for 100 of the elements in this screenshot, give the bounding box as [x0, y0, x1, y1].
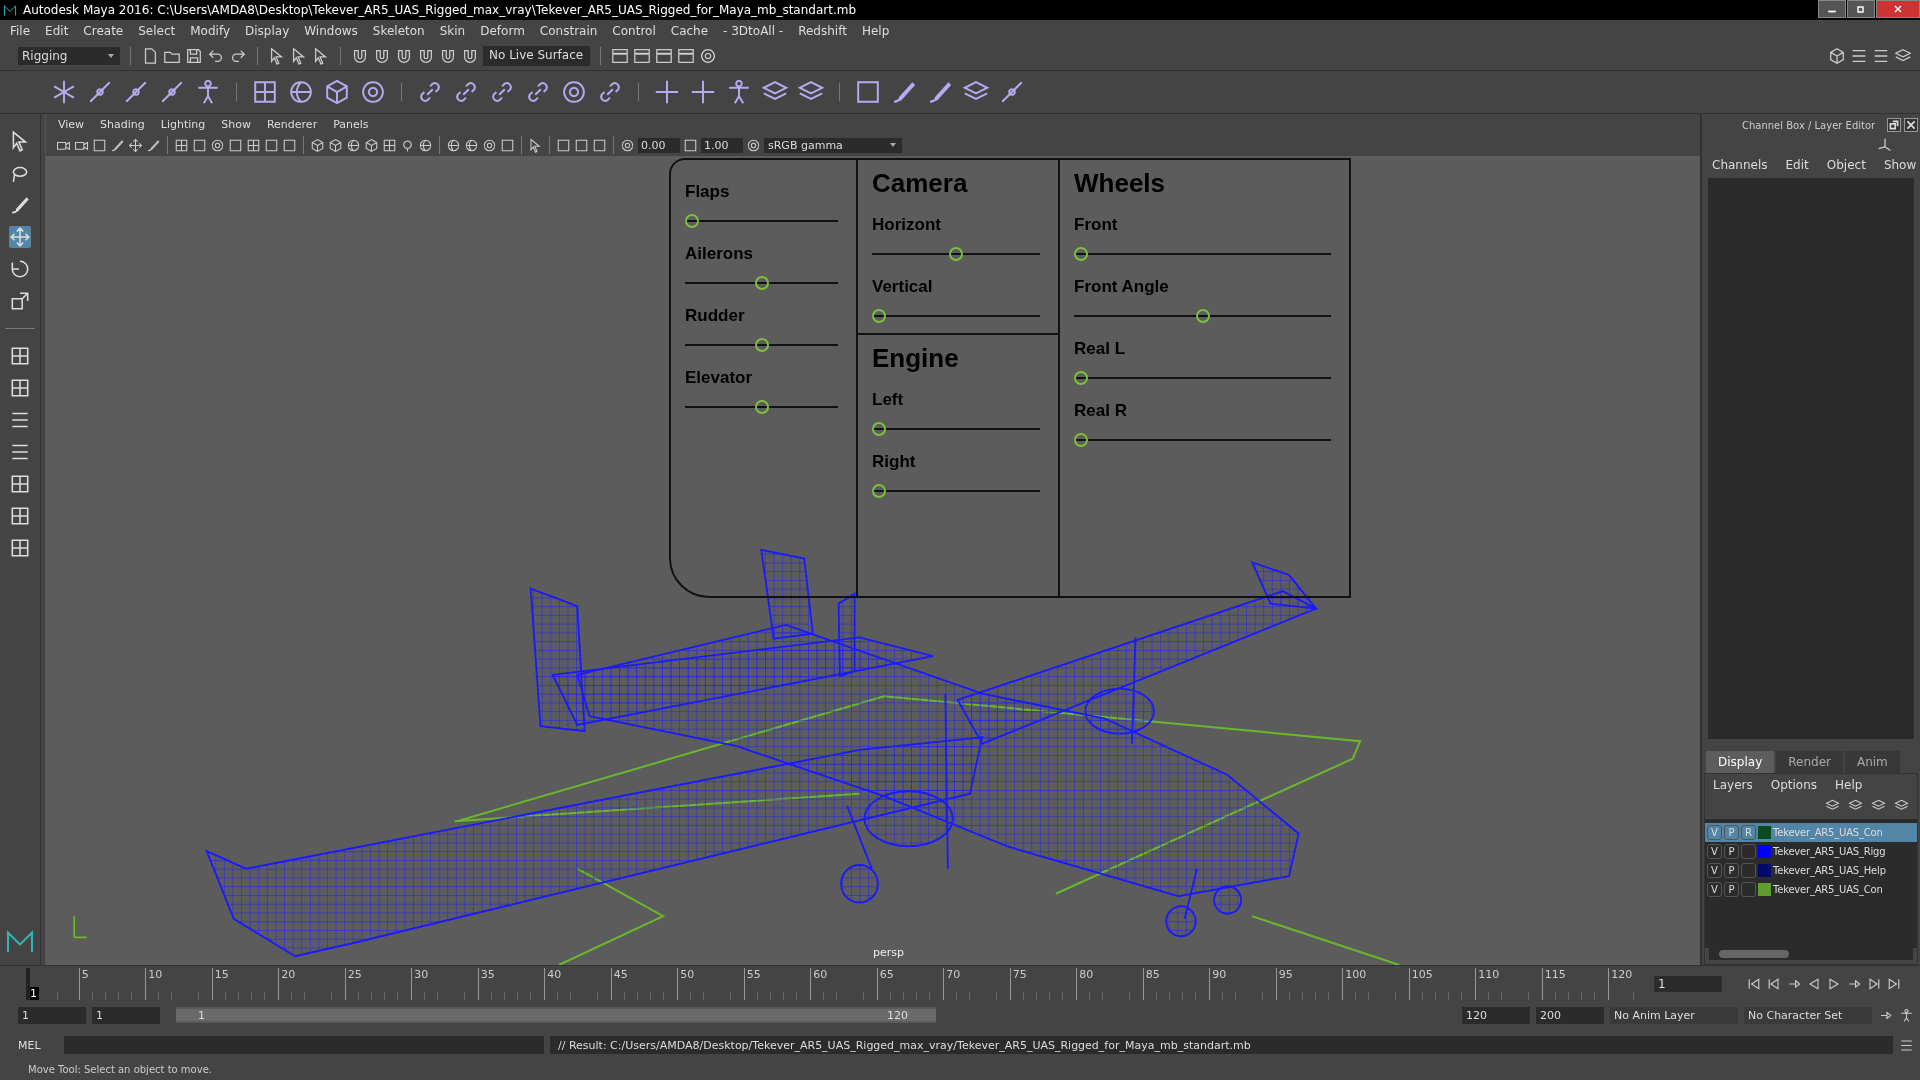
- layers-icon[interactable]: [1848, 798, 1863, 813]
- current-frame-field[interactable]: 1: [1654, 976, 1722, 992]
- slider-thumb[interactable]: [1074, 371, 1088, 385]
- slider-thumb[interactable]: [872, 309, 886, 323]
- layers-icon[interactable]: [1825, 798, 1840, 813]
- menu-item[interactable]: Help: [861, 24, 890, 38]
- tab[interactable]: Display: [1706, 751, 1775, 773]
- menu-item[interactable]: Skeleton: [372, 24, 425, 38]
- menu-item[interactable]: Help: [1835, 778, 1863, 792]
- cross-icon[interactable]: [653, 78, 681, 106]
- magnet-icon[interactable]: [395, 47, 413, 65]
- target-icon[interactable]: [746, 137, 761, 153]
- menu-item[interactable]: Show: [1883, 158, 1917, 172]
- move-icon[interactable]: [9, 226, 31, 248]
- target-icon[interactable]: [359, 78, 387, 106]
- frame-icon[interactable]: [854, 78, 882, 106]
- list-icon[interactable]: [1872, 47, 1890, 65]
- grid-icon[interactable]: [382, 137, 397, 153]
- frame-icon[interactable]: [500, 137, 515, 153]
- script-language-label[interactable]: MEL: [18, 1038, 58, 1052]
- color-space-dropdown[interactable]: sRGB gamma: [764, 137, 902, 153]
- slider-thumb[interactable]: [872, 422, 886, 436]
- visibility-toggle[interactable]: V: [1707, 844, 1722, 859]
- frame-icon[interactable]: [282, 137, 297, 153]
- menu-item[interactable]: Select: [138, 24, 176, 38]
- frame-icon[interactable]: [228, 137, 243, 153]
- frame-icon[interactable]: [574, 137, 589, 153]
- menu-item[interactable]: Windows: [304, 24, 358, 38]
- layer-color-swatch[interactable]: [1758, 826, 1771, 839]
- slider-thumb[interactable]: [949, 247, 963, 261]
- grid-icon[interactable]: [9, 377, 31, 399]
- reference-toggle[interactable]: [1741, 863, 1756, 878]
- menu-item[interactable]: Options: [1770, 778, 1818, 792]
- visibility-toggle[interactable]: V: [1707, 863, 1722, 878]
- redo-icon[interactable]: [229, 47, 247, 65]
- list-icon[interactable]: [1899, 1037, 1914, 1053]
- frame-icon[interactable]: [192, 137, 207, 153]
- slider-thumb[interactable]: [685, 214, 699, 228]
- menu-item[interactable]: Control: [612, 24, 656, 38]
- cross-icon[interactable]: [689, 78, 717, 106]
- menu-item[interactable]: Renderer: [266, 117, 318, 131]
- move-icon[interactable]: [128, 137, 143, 153]
- scroll-bar[interactable]: [1709, 948, 1913, 960]
- frame-icon[interactable]: [556, 137, 571, 153]
- cube-icon[interactable]: [310, 137, 325, 153]
- clapper-icon[interactable]: [655, 47, 673, 65]
- undo-icon[interactable]: [207, 47, 225, 65]
- layers-icon[interactable]: [1894, 798, 1909, 813]
- target-icon[interactable]: [210, 137, 225, 153]
- maximize-button[interactable]: [1847, 0, 1875, 18]
- grid-icon[interactable]: [9, 473, 31, 495]
- clapper-icon[interactable]: [633, 47, 651, 65]
- menu-item[interactable]: Cache: [670, 24, 709, 38]
- menu-item[interactable]: Modify: [190, 24, 230, 38]
- cursor-icon[interactable]: [290, 47, 308, 65]
- menu-item[interactable]: Show: [221, 117, 251, 131]
- cursor-icon[interactable]: [528, 137, 543, 153]
- save-icon[interactable]: [185, 47, 203, 65]
- menu-item[interactable]: Edit: [1785, 158, 1809, 172]
- tab[interactable]: Render: [1776, 751, 1843, 773]
- grid-icon[interactable]: [9, 505, 31, 527]
- magnet-icon[interactable]: [439, 47, 457, 65]
- menu-item[interactable]: View: [58, 117, 85, 131]
- menu-item[interactable]: - 3DtoAll -: [723, 24, 784, 38]
- character-set-dropdown[interactable]: No Character Set: [1744, 1006, 1872, 1024]
- step-forward-icon[interactable]: [1866, 976, 1882, 992]
- playback-toggle[interactable]: P: [1724, 863, 1739, 878]
- menu-item[interactable]: Object: [1826, 158, 1866, 172]
- layer-row[interactable]: V P Tekever_AR5_UAS_Rigg: [1705, 842, 1917, 861]
- menu-item[interactable]: Layers: [1713, 778, 1753, 792]
- menu-item[interactable]: Shading: [100, 117, 145, 131]
- rotate-icon[interactable]: [9, 258, 31, 280]
- menu-item[interactable]: Constrain: [539, 24, 598, 38]
- gamma-field[interactable]: 1.00: [701, 137, 743, 153]
- brush-icon[interactable]: [9, 194, 31, 216]
- magnet-icon[interactable]: [461, 47, 479, 65]
- step-back-icon[interactable]: [1766, 976, 1782, 992]
- menu-item[interactable]: Skin: [439, 24, 466, 38]
- anim-layer-dropdown[interactable]: No Anim Layer: [1610, 1006, 1738, 1024]
- cursor-icon[interactable]: [312, 47, 330, 65]
- layer-color-swatch[interactable]: [1758, 883, 1771, 896]
- menu-item[interactable]: Display: [245, 24, 290, 38]
- frame-icon[interactable]: [92, 137, 107, 153]
- layer-color-swatch[interactable]: [1758, 845, 1771, 858]
- playback-end-field[interactable]: 120: [1462, 1006, 1530, 1024]
- menu-item[interactable]: Deform: [480, 24, 525, 38]
- grid-icon[interactable]: [246, 137, 261, 153]
- menu-item[interactable]: Create: [83, 24, 124, 38]
- target-icon[interactable]: [482, 137, 497, 153]
- command-input[interactable]: [64, 1036, 544, 1054]
- menu-set-dropdown[interactable]: Rigging: [18, 47, 120, 65]
- menu-item[interactable]: Redshift: [798, 24, 847, 38]
- scale-icon[interactable]: [9, 290, 31, 312]
- grid-icon[interactable]: [251, 78, 279, 106]
- target-icon[interactable]: [620, 137, 635, 153]
- magnet-icon[interactable]: [373, 47, 391, 65]
- tab[interactable]: Anim: [1844, 751, 1900, 773]
- menu-item[interactable]: Lighting: [160, 117, 206, 131]
- slider-thumb[interactable]: [754, 276, 769, 290]
- cube-icon[interactable]: [1828, 47, 1846, 65]
